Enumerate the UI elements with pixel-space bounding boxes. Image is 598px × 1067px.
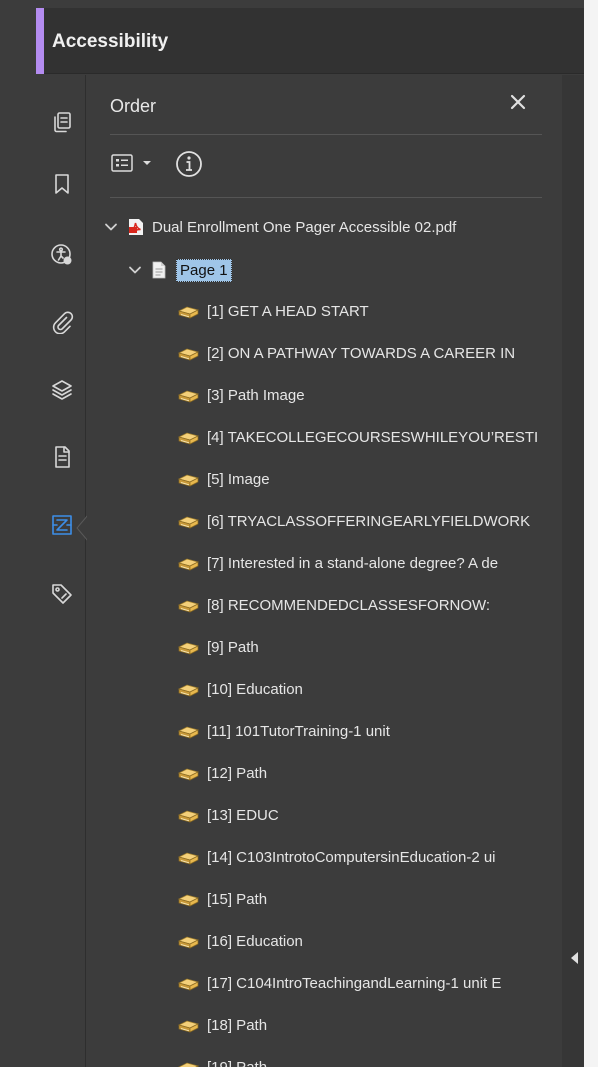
tag-order-item-label: [18] Path <box>207 1016 268 1034</box>
panel-divider-toolbar <box>110 197 542 198</box>
tag-order-list: [1] GET A HEAD START [2] ON A PATHWAY TOW… <box>170 290 562 1067</box>
tree-document-label: Dual Enrollment One Pager Accessible 02.… <box>152 218 457 236</box>
tag-order-item-label: [7] Interested in a stand-alone degree? … <box>207 554 499 572</box>
collapse-panel-button[interactable] <box>568 950 580 966</box>
tag-order-item[interactable]: [16] Education <box>178 927 303 955</box>
tag-order-item[interactable]: [7] Interested in a stand-alone degree? … <box>178 549 498 577</box>
content-tag-icon <box>178 558 199 571</box>
content-tag-icon <box>178 810 199 823</box>
tag-order-item[interactable]: [18] Path <box>178 1011 267 1039</box>
tag-order-item-label: [4] TAKECOLLEGECOURSESWHILEYOU’RESTI <box>207 428 539 446</box>
chevron-down-icon[interactable] <box>128 263 142 277</box>
tag-order-item-label: [15] Path <box>207 890 268 908</box>
accessibility-check-icon[interactable] <box>50 243 74 267</box>
tag-order-item-label: [19] Path <box>207 1058 268 1067</box>
tree-document-row[interactable]: Dual Enrollment One Pager Accessible 02.… <box>104 213 456 241</box>
header-title: Accessibility <box>52 31 169 52</box>
tag-order-item[interactable]: [14] C103IntrotoComputersinEducation-2 u… <box>178 843 496 871</box>
content-tag-icon <box>178 1020 199 1033</box>
panel-divider-top <box>110 134 542 135</box>
content-tag-icon <box>178 1062 199 1067</box>
chevron-down-icon <box>143 161 151 165</box>
content-tag-icon <box>178 642 199 655</box>
content-tag-icon <box>178 432 199 445</box>
tag-order-item[interactable]: [12] Path <box>178 759 267 787</box>
tag-order-item-label: [3] Path Image <box>207 386 305 404</box>
tag-order-item-label: [10] Education <box>207 680 303 698</box>
pages-icon[interactable] <box>50 110 74 134</box>
tag-order-item-label: [9] Path <box>207 638 259 656</box>
tag-order-item[interactable]: [8] RECOMMENDEDCLASSESFORNOW: <box>178 591 490 619</box>
order-icon[interactable] <box>50 513 74 537</box>
tag-order-item[interactable]: [2] ON A PATHWAY TOWARDS A CAREER IN <box>178 339 515 367</box>
tag-order-item[interactable]: [4] TAKECOLLEGECOURSESWHILEYOU’RESTI <box>178 423 538 451</box>
tag-order-item[interactable]: [13] EDUC <box>178 801 279 829</box>
tag-order-item[interactable]: [15] Path <box>178 885 267 913</box>
options-menu-icon <box>111 154 133 172</box>
tag-order-item[interactable]: [10] Education <box>178 675 303 703</box>
content-tag-icon <box>178 684 199 697</box>
tag-order-item-label: [12] Path <box>207 764 268 782</box>
content-tag-icon <box>178 894 199 907</box>
content-tag-icon <box>178 306 199 319</box>
tag-order-item[interactable]: [17] C104IntroTeachingandLearning-1 unit… <box>178 969 501 997</box>
tag-order-item[interactable]: [6] TRYACLASSOFFERINGEARLYFIELDWORK <box>178 507 530 535</box>
content-tag-icon <box>178 978 199 991</box>
info-icon <box>176 151 202 177</box>
options-menu-button[interactable] <box>110 150 160 176</box>
attachment-icon[interactable] <box>50 310 74 334</box>
close-icon <box>510 94 526 110</box>
tree-page-row[interactable]: Page 1 <box>128 256 232 284</box>
tag-order-item-label: [5] Image <box>207 470 270 488</box>
content-tag-icon <box>178 852 199 865</box>
page-icon <box>152 261 166 279</box>
content-tag-icon <box>178 768 199 781</box>
content-tag-icon <box>178 600 199 613</box>
content-tag-icon <box>178 936 199 949</box>
content-tag-icon <box>178 390 199 403</box>
content-tag-icon <box>178 726 199 739</box>
content-tag-icon <box>178 516 199 529</box>
tag-order-item[interactable]: [11] 101TutorTraining-1 unit <box>178 717 390 745</box>
info-button[interactable] <box>174 149 204 179</box>
tag-order-item-label: [14] C103IntrotoComputersinEducation-2 u… <box>207 848 496 866</box>
tag-order-item-label: [17] C104IntroTeachingandLearning-1 unit… <box>207 974 502 992</box>
tree-page-label: Page 1 <box>176 258 232 282</box>
panel-collapse-strip <box>562 75 584 1067</box>
content-tag-icon <box>178 348 199 361</box>
content-icon[interactable] <box>50 445 74 469</box>
tag-order-item[interactable]: [3] Path Image <box>178 381 305 409</box>
layers-icon[interactable] <box>50 378 74 402</box>
header-accent-bar <box>36 8 44 74</box>
tag-order-item[interactable]: [19] Path <box>178 1053 267 1067</box>
tag-order-item-label: [13] EDUC <box>207 806 279 824</box>
chevron-down-icon[interactable] <box>104 220 118 234</box>
tag-order-item-label: [16] Education <box>207 932 303 950</box>
tag-order-item-label: [1] GET A HEAD START <box>207 302 369 320</box>
tag-order-item-label: [6] TRYACLASSOFFERINGEARLYFIELDWORK <box>207 512 531 530</box>
tool-rail <box>36 75 86 1067</box>
tag-order-item-label: [8] RECOMMENDEDCLASSESFORNOW: <box>207 596 491 614</box>
tag-order-item[interactable]: [9] Path <box>178 633 259 661</box>
tag-order-item-label: [11] 101TutorTraining-1 unit <box>207 722 390 740</box>
content-tag-icon <box>178 474 199 487</box>
bookmark-icon[interactable] <box>50 172 74 196</box>
tag-order-item[interactable]: [5] Image <box>178 465 270 493</box>
tag-order-item-label: [2] ON A PATHWAY TOWARDS A CAREER IN <box>207 344 516 362</box>
close-button[interactable] <box>508 92 528 114</box>
tag-order-item[interactable]: [1] GET A HEAD START <box>178 297 369 325</box>
pdf-file-icon <box>129 219 143 235</box>
tags-icon[interactable] <box>50 582 74 606</box>
panel-title: Order <box>110 96 157 116</box>
